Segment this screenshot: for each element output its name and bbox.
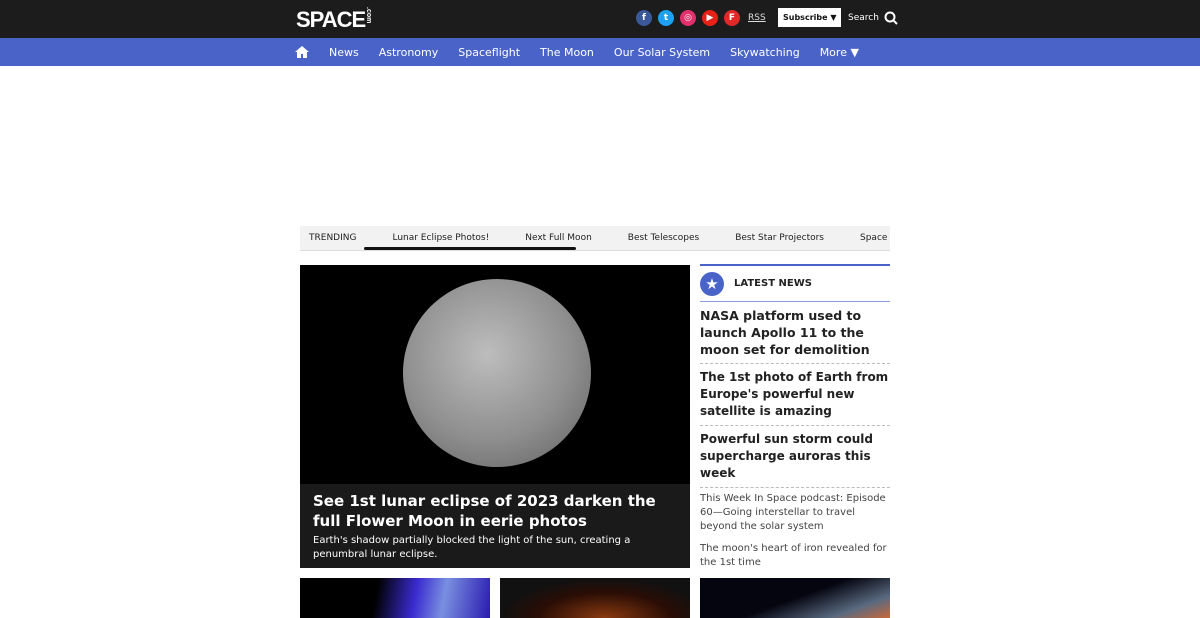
nav-news[interactable]: News xyxy=(329,46,359,59)
logo-text: SPACE xyxy=(296,7,366,32)
nav-the-moon[interactable]: The Moon xyxy=(540,46,594,59)
latest-news: ★ LATEST NEWS NASA platform used to launc… xyxy=(700,264,890,574)
logo[interactable]: SPACE.com xyxy=(296,7,372,33)
news-item[interactable]: Powerful sun storm could supercharge aur… xyxy=(700,426,890,488)
article-thumbnails xyxy=(300,578,890,618)
trending-item[interactable]: Best Star Projectors xyxy=(735,233,824,243)
hero-title[interactable]: See 1st lunar eclipse of 2023 darken the… xyxy=(313,491,677,531)
search-label: Search xyxy=(848,13,879,23)
trending-item[interactable]: Space Calendar xyxy=(860,233,890,243)
news-item[interactable]: NASA platform used to launch Apollo 11 t… xyxy=(700,302,890,364)
trending-item[interactable]: Best Telescopes xyxy=(628,233,699,243)
search-icon xyxy=(884,11,898,25)
nav-solar-system[interactable]: Our Solar System xyxy=(614,46,710,59)
news-item[interactable]: The moon's heart of iron revealed for th… xyxy=(700,538,890,574)
social-links: f t ◎ ▶ F RSS xyxy=(636,10,766,26)
main-nav: News Astronomy Spaceflight The Moon Our … xyxy=(0,38,1200,66)
hero-caption: See 1st lunar eclipse of 2023 darken the… xyxy=(300,484,690,568)
youtube-icon[interactable]: ▶ xyxy=(702,10,718,26)
trending-item[interactable]: Next Full Moon xyxy=(525,233,592,243)
top-bar: SPACE.com f t ◎ ▶ F RSS Subscribe ▼ Sear… xyxy=(0,0,1200,38)
home-icon[interactable] xyxy=(295,46,309,58)
article-thumbnail[interactable] xyxy=(700,578,890,618)
trending-scrollbar[interactable] xyxy=(364,247,576,250)
news-item[interactable]: The 1st photo of Earth from Europe's pow… xyxy=(700,364,890,426)
hero-summary: Earth's shadow partially blocked the lig… xyxy=(313,535,631,560)
nav-skywatching[interactable]: Skywatching xyxy=(730,46,800,59)
news-item[interactable]: This Week In Space podcast: Episode 60—G… xyxy=(700,488,890,538)
instagram-icon[interactable]: ◎ xyxy=(680,10,696,26)
trending-item[interactable]: Lunar Eclipse Photos! xyxy=(392,233,489,243)
rss-link[interactable]: RSS xyxy=(748,13,766,23)
nav-spaceflight[interactable]: Spaceflight xyxy=(458,46,520,59)
latest-news-header: ★ LATEST NEWS xyxy=(700,264,890,302)
trending-label: TRENDING xyxy=(309,233,357,243)
nav-more[interactable]: More ▼ xyxy=(820,46,859,59)
logo-suffix: .com xyxy=(365,7,373,24)
latest-news-heading: LATEST NEWS xyxy=(734,278,812,289)
twitter-icon[interactable]: t xyxy=(658,10,674,26)
hero-article[interactable]: See 1st lunar eclipse of 2023 darken the… xyxy=(300,265,690,568)
article-thumbnail[interactable] xyxy=(500,578,690,618)
star-icon: ★ xyxy=(700,271,724,296)
moon-image xyxy=(403,279,591,467)
subscribe-button[interactable]: Subscribe ▼ xyxy=(778,8,842,27)
article-thumbnail[interactable] xyxy=(300,578,490,618)
flipboard-icon[interactable]: F xyxy=(724,10,740,26)
nav-astronomy[interactable]: Astronomy xyxy=(379,46,439,59)
facebook-icon[interactable]: f xyxy=(636,10,652,26)
search-button[interactable]: Search xyxy=(848,11,898,25)
